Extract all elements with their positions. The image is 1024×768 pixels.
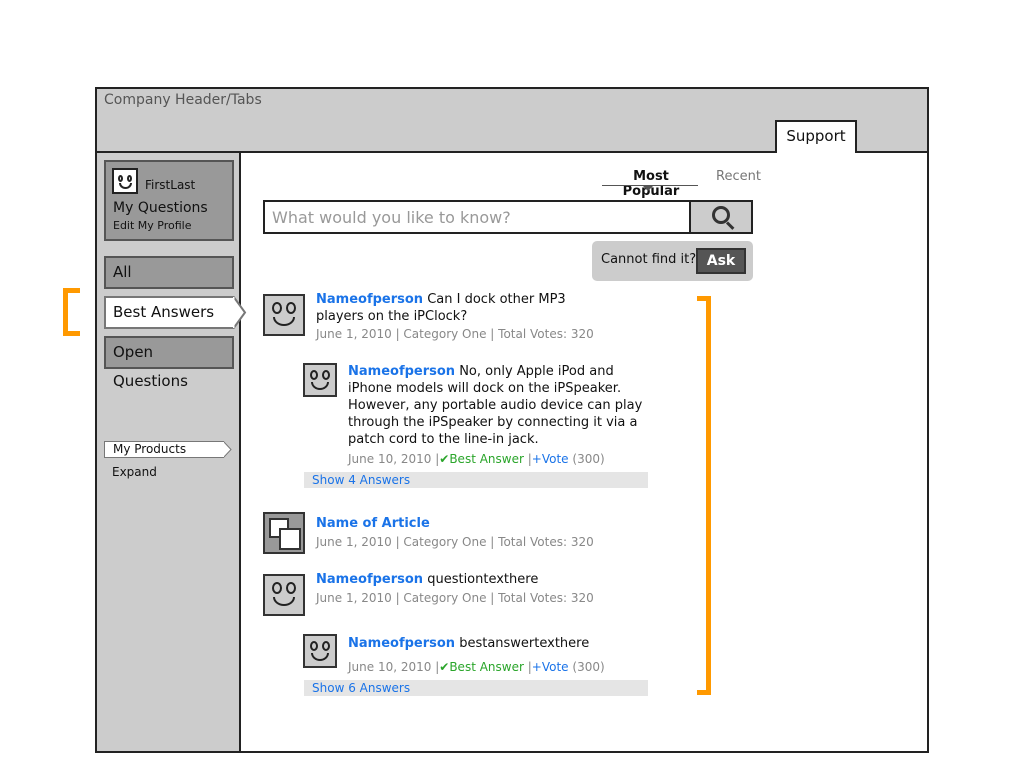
question-author[interactable]: Nameofperson [316,292,423,307]
question-2[interactable]: Nameofperson questiontexthere [316,571,616,588]
answerer-avatar-icon [303,363,337,397]
avatar-icon [112,168,138,194]
answer-author[interactable]: Nameofperson [348,364,455,379]
article-title[interactable]: Name of Article [316,515,430,532]
question-meta: June 1, 2010 | Category One | Total Vote… [316,591,594,605]
show-answers-button[interactable]: Show 4 Answers [304,472,648,488]
article-icon [263,512,305,554]
answer-meta: June 10, 2010 |✔Best Answer |+Vote (300) [348,452,605,466]
vote-button[interactable]: +Vote [532,452,569,466]
check-icon: ✔ [439,660,450,674]
question-text[interactable]: questiontexthere [427,572,538,587]
profile-name: FirstLast [145,178,196,192]
answer-1: Nameofperson No, only Apple iPod and iPh… [348,363,648,448]
check-icon: ✔ [439,452,450,466]
annotation-bracket-left [63,288,80,336]
search-bar [263,200,753,234]
tab-support[interactable]: Support [775,120,857,153]
answer-meta: June 10, 2010 |✔Best Answer |+Vote (300) [348,660,605,674]
user-avatar-icon [263,574,305,616]
answer-author[interactable]: Nameofperson [348,636,455,651]
answer-date: June 10, 2010 [348,660,432,674]
caret-down-icon [642,185,654,191]
header-title: Company Header/Tabs [104,92,262,108]
ask-button[interactable]: Ask [696,248,746,274]
vote-count: (300) [572,452,605,466]
sidebar-item-open-questions[interactable]: Open Questions [104,336,234,390]
answer-text: bestanswertexthere [459,636,590,651]
question-author[interactable]: Nameofperson [316,572,423,587]
vote-button[interactable]: +Vote [532,660,569,674]
best-answer-badge: Best Answer [449,452,524,466]
products-arrow-icon [223,441,232,458]
sort-recent[interactable]: Recent [716,169,761,184]
sidebar-item-best-answers[interactable]: Best Answers [104,296,234,329]
expand-link[interactable]: Expand [112,465,157,479]
ask-prompt-box: Cannot find it? Ask [592,241,753,281]
show-answers-button[interactable]: Show 6 Answers [304,680,648,696]
ask-prompt-text: Cannot find it? [601,252,697,267]
answerer-avatar-icon [303,634,337,668]
sort-most-popular[interactable]: Most Popular [604,169,698,199]
sidebar-item-all[interactable]: All [104,256,234,289]
edit-profile-link[interactable]: Edit My Profile [113,219,192,232]
vote-count: (300) [572,660,605,674]
answer-date: June 10, 2010 [348,452,432,466]
article-meta: June 1, 2010 | Category One | Total Vote… [316,535,594,549]
profile-card: FirstLast My Questions Edit My Profile [104,160,234,241]
active-arrow-icon [233,296,247,329]
my-products-tab[interactable]: My Products [104,441,224,458]
answer-2: Nameofperson bestanswertexthere [348,635,648,652]
question-meta: June 1, 2010 | Category One | Total Vote… [316,327,594,341]
company-header: Company Header/Tabs Support [97,89,927,153]
search-input[interactable] [265,202,689,232]
search-button[interactable] [689,202,751,232]
user-avatar-icon [263,294,305,336]
annotation-bracket-right [697,296,711,695]
question-1[interactable]: Nameofperson Can I dock other MP3 player… [316,291,616,325]
sidebar: FirstLast My Questions Edit My Profile A… [97,153,247,751]
best-answer-badge: Best Answer [449,660,524,674]
my-questions-link[interactable]: My Questions [113,200,208,216]
